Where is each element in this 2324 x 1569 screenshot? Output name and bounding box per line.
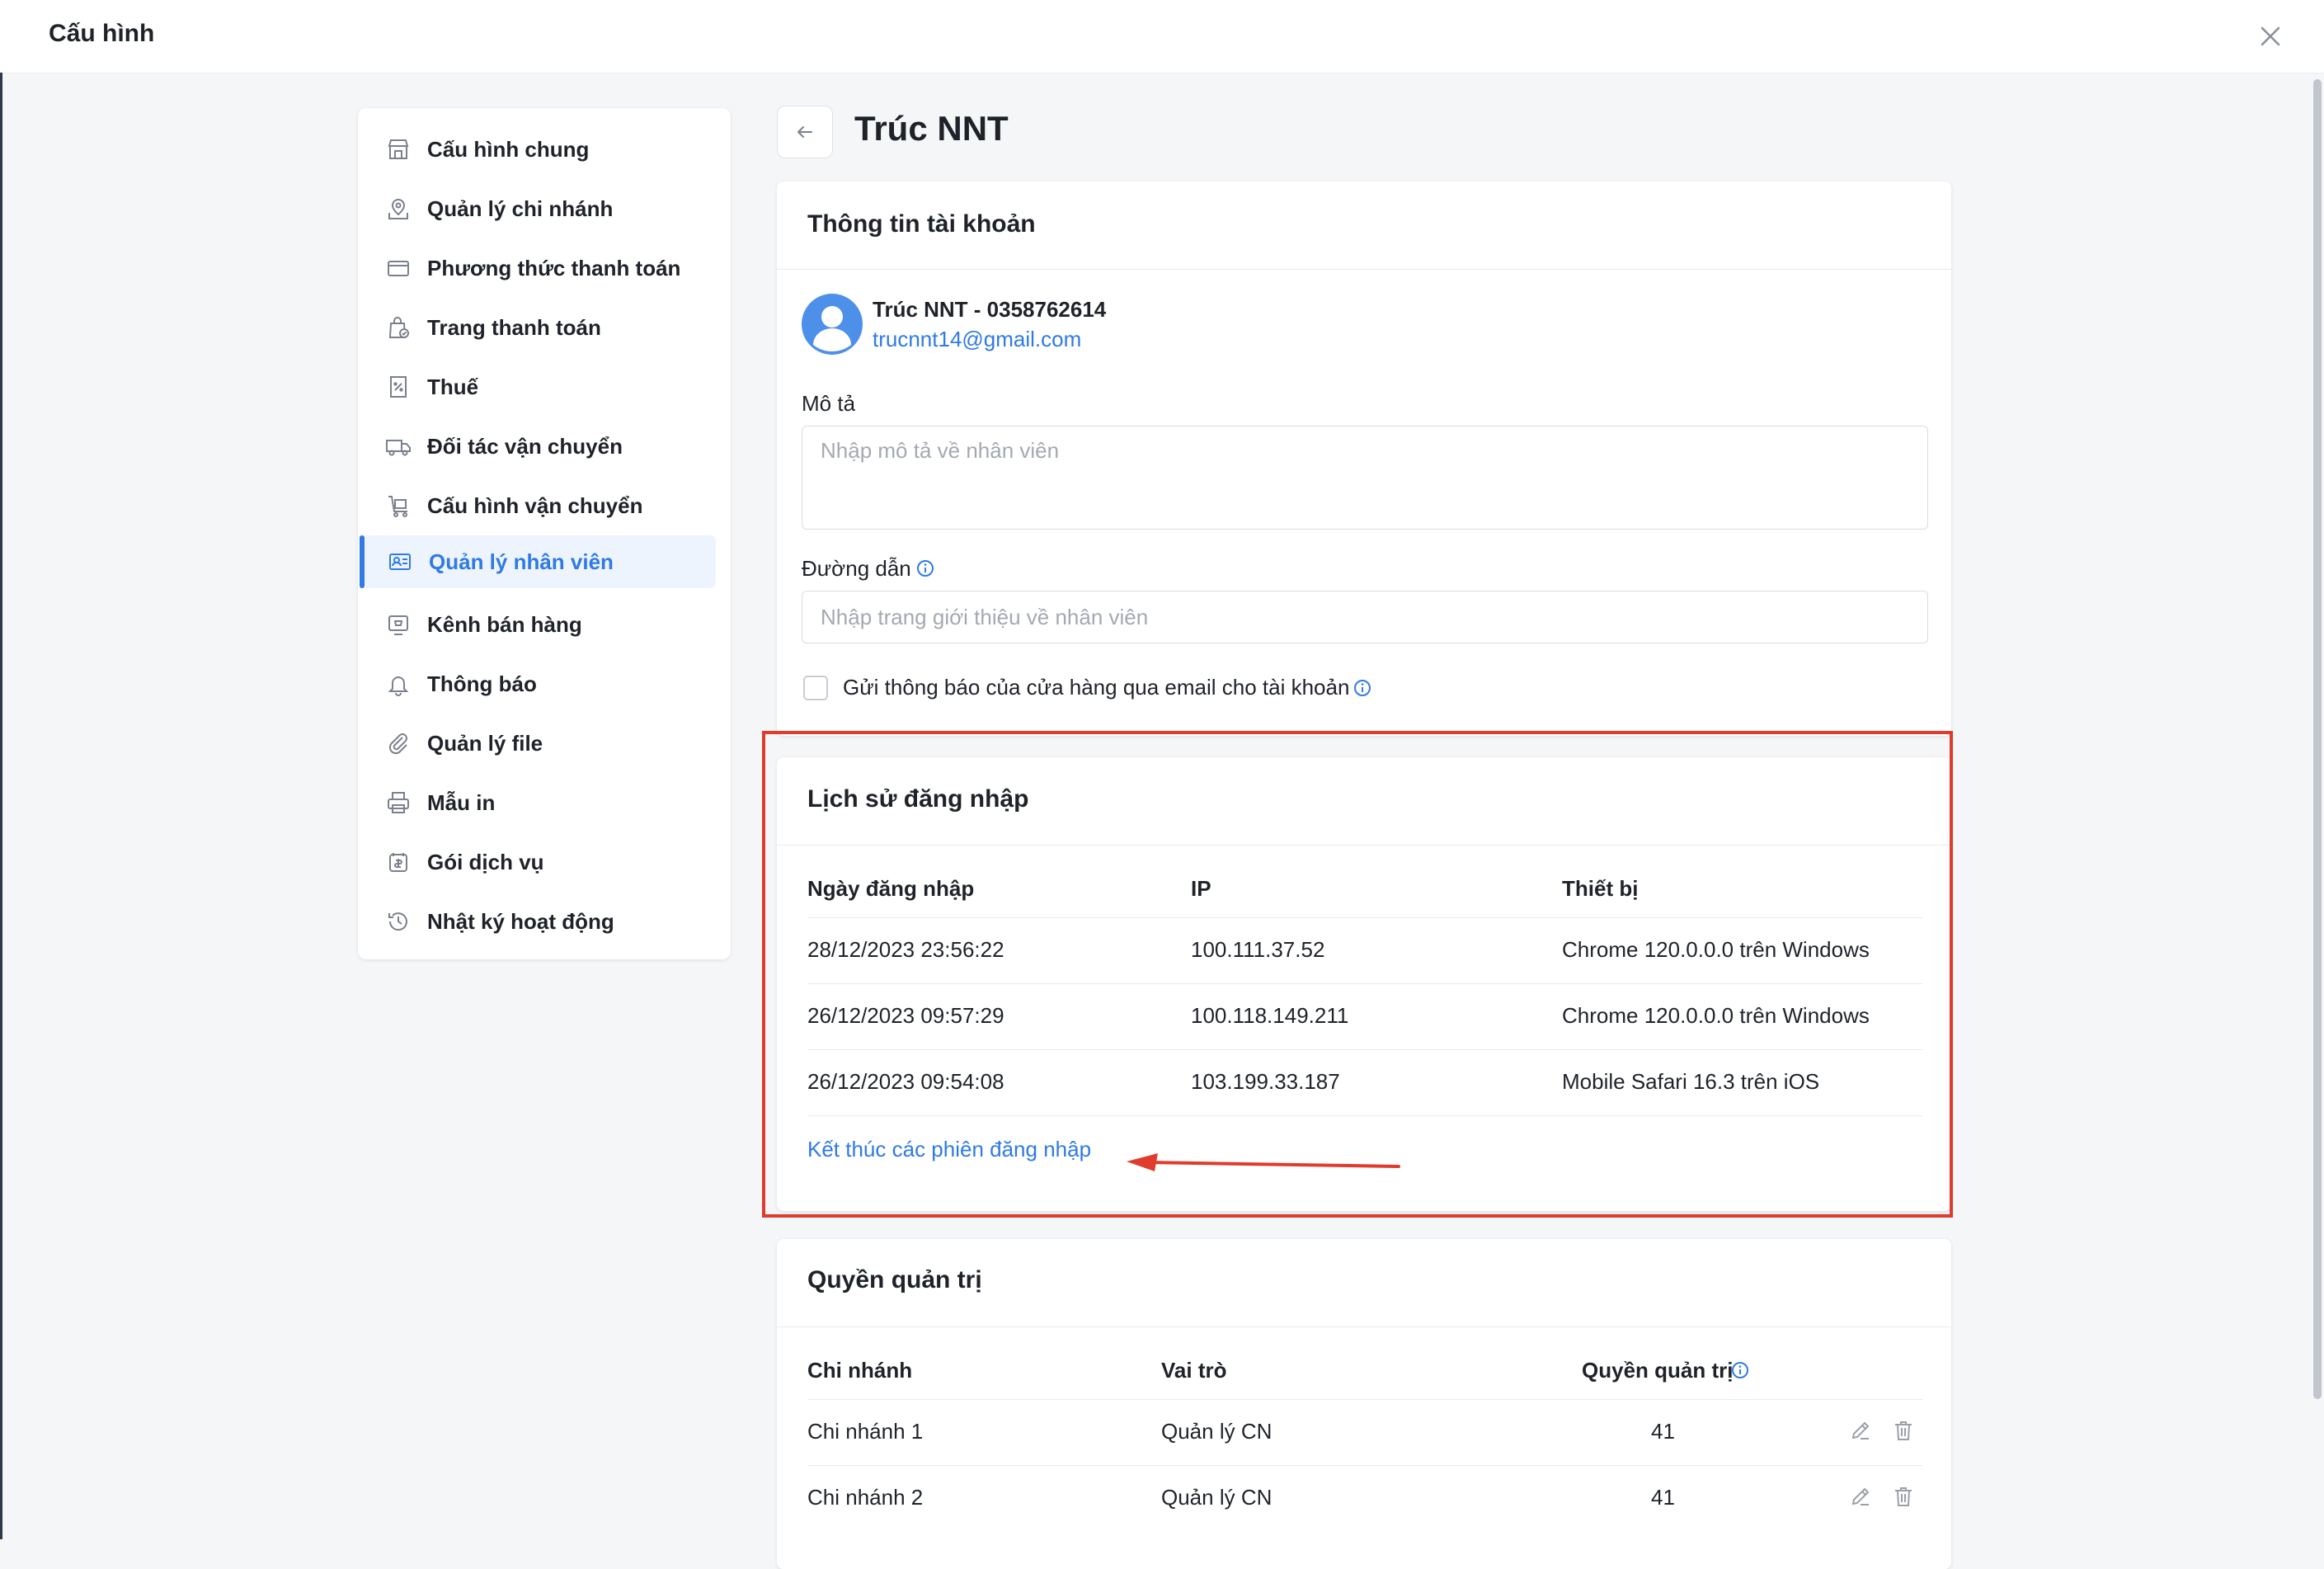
modal-header: Cấu hình — [0, 0, 2324, 73]
info-icon[interactable] — [1730, 1360, 1750, 1384]
store-icon — [384, 135, 412, 163]
sidebar-item-label: Quản lý file — [427, 730, 543, 756]
info-icon[interactable] — [1353, 678, 1372, 702]
sidebar-item-sales-channels[interactable]: Kênh bán hàng — [358, 598, 716, 651]
branch-cell: Chi nhánh 2 — [807, 1485, 924, 1510]
branch-cell: Chi nhánh 1 — [807, 1419, 924, 1444]
truck-icon — [384, 432, 412, 460]
divider — [777, 269, 1951, 270]
admin-rights-title: Quyền quản trị — [807, 1266, 982, 1293]
branch-map-icon — [384, 195, 412, 223]
sidebar-item-file-management[interactable]: Quản lý file — [358, 717, 716, 770]
avatar — [802, 294, 863, 355]
checkout-bag-icon — [384, 313, 412, 342]
account-section-title: Thông tin tài khoản — [807, 210, 1036, 238]
sidebar-item-shipping-partners[interactable]: Đối tác vận chuyển — [358, 420, 716, 473]
close-icon[interactable] — [2254, 20, 2287, 53]
column-header-branch: Chi nhánh — [807, 1358, 913, 1383]
description-label: Mô tả — [802, 391, 856, 416]
admin-rights-count-cell: 41 — [1651, 1485, 1675, 1510]
settings-sidebar: Cấu hình chung Quản lý chi nhánh Phương … — [358, 108, 731, 959]
email-notify-label: Gửi thông báo của cửa hàng qua email cho… — [843, 675, 1350, 700]
delete-icon[interactable] — [1889, 1482, 1918, 1511]
column-header-admin-rights: Quyền quản trị — [1582, 1358, 1734, 1383]
sidebar-item-label: Gói dịch vụ — [427, 849, 544, 874]
column-header-role: Vai trò — [1161, 1358, 1227, 1383]
sidebar-item-shipping-config[interactable]: Cấu hình vận chuyển — [358, 479, 716, 532]
arrow-left-icon — [797, 126, 812, 138]
sidebar-item-checkout-page[interactable]: Trang thanh toán — [358, 301, 716, 354]
sidebar-item-payment-methods[interactable]: Phương thức thanh toán — [358, 242, 716, 294]
sidebar-item-tax[interactable]: Thuế — [358, 360, 716, 413]
role-cell: Quản lý CN — [1161, 1485, 1273, 1510]
paperclip-icon — [384, 729, 412, 757]
account-info-card: Thông tin tài khoản Trúc NNT - 035876261… — [777, 181, 1951, 736]
left-edge-divider — [0, 73, 2, 1539]
description-field[interactable] — [802, 426, 1928, 530]
bell-icon — [384, 670, 412, 698]
sidebar-item-label: Phương thức thanh toán — [427, 255, 681, 280]
info-icon[interactable] — [915, 558, 935, 582]
edit-icon[interactable] — [1846, 1482, 1875, 1511]
sidebar-item-label: Cấu hình vận chuyển — [427, 492, 643, 518]
sidebar-item-label: Thông báo — [427, 671, 537, 696]
page-title: Trúc NNT — [854, 109, 1009, 148]
email-notify-checkbox[interactable] — [803, 676, 828, 700]
row-divider — [807, 1399, 1922, 1400]
sidebar-item-label: Cấu hình chung — [427, 136, 590, 162]
edit-icon[interactable] — [1846, 1416, 1875, 1445]
sidebar-item-label: Quản lý chi nhánh — [427, 196, 614, 221]
sidebar-item-label: Thuế — [427, 374, 479, 399]
admin-rights-card: Quyền quản trị Chi nhánh Vai trò Quyền q… — [777, 1239, 1951, 1569]
sidebar-item-label: Quản lý nhân viên — [429, 549, 614, 574]
credit-card-icon — [384, 254, 412, 282]
divider — [777, 1326, 1951, 1327]
service-package-icon — [384, 848, 412, 876]
tax-receipt-icon — [384, 373, 412, 401]
printer-icon — [384, 789, 412, 817]
sidebar-item-general-config[interactable]: Cấu hình chung — [358, 123, 716, 176]
shipping-cart-icon — [384, 492, 412, 520]
role-cell: Quản lý CN — [1161, 1419, 1273, 1444]
account-email-link[interactable]: trucnnt14@gmail.com — [873, 327, 1081, 352]
path-label: Đường dẫn — [802, 556, 911, 581]
sidebar-item-service-packages[interactable]: Gói dịch vụ — [358, 836, 716, 888]
sidebar-item-activity-log[interactable]: Nhật ký hoạt động — [358, 895, 716, 948]
highlight-box — [762, 731, 1953, 1218]
staff-card-icon — [386, 548, 414, 576]
sidebar-item-label: Mẫu in — [427, 789, 496, 815]
sidebar-item-staff-management[interactable]: Quản lý nhân viên — [360, 535, 716, 588]
sales-channel-icon — [384, 610, 412, 638]
admin-rights-count-cell: 41 — [1651, 1419, 1675, 1444]
history-icon — [384, 907, 412, 935]
scrollbar[interactable] — [2313, 79, 2322, 1399]
sidebar-item-label: Trang thanh toán — [427, 314, 601, 340]
path-input[interactable] — [802, 591, 1928, 643]
modal-title: Cấu hình — [49, 20, 155, 47]
sidebar-item-label: Nhật ký hoạt động — [427, 908, 614, 934]
sidebar-item-notifications[interactable]: Thông báo — [358, 657, 716, 710]
back-button[interactable] — [777, 106, 833, 158]
row-divider — [807, 1465, 1922, 1466]
annotation-arrow-icon — [1127, 1153, 1400, 1171]
sidebar-item-print-templates[interactable]: Mẫu in — [358, 776, 716, 829]
sidebar-item-label: Kênh bán hàng — [427, 611, 582, 637]
delete-icon[interactable] — [1889, 1416, 1918, 1445]
sidebar-item-label: Đối tác vận chuyển — [427, 433, 623, 459]
account-name-phone: Trúc NNT - 0358762614 — [873, 297, 1107, 322]
sidebar-item-branch-management[interactable]: Quản lý chi nhánh — [358, 182, 716, 235]
